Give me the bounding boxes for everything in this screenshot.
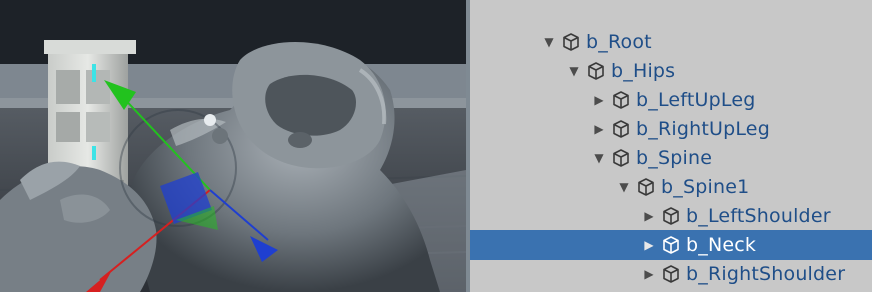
hierarchy-item-label: b_Root bbox=[586, 31, 652, 53]
hierarchy-item-label: b_RightShoulder bbox=[686, 263, 846, 285]
hierarchy-item-label: b_Neck bbox=[686, 234, 757, 256]
collapse-arrow-icon[interactable]: ▶ bbox=[642, 202, 656, 230]
gameobject-icon bbox=[660, 205, 682, 227]
collapse-arrow-icon[interactable]: ▶ bbox=[592, 115, 606, 143]
expand-arrow-icon[interactable]: ▼ bbox=[617, 173, 631, 201]
gameobject-icon bbox=[660, 234, 682, 256]
collapse-arrow-icon[interactable]: ▶ bbox=[642, 260, 656, 288]
hierarchy-row[interactable]: ▼ b_Root bbox=[470, 28, 872, 56]
expand-arrow-icon[interactable]: ▼ bbox=[542, 28, 556, 56]
hierarchy-row[interactable]: ▶ b_RightShoulder bbox=[470, 260, 872, 288]
hierarchy-row[interactable]: ▼ b_Hips bbox=[470, 57, 872, 85]
hierarchy-item-label: b_Spine1 bbox=[661, 176, 750, 198]
hierarchy-item-label: b_LeftUpLeg bbox=[636, 89, 756, 111]
scene-view[interactable] bbox=[0, 0, 466, 292]
expand-arrow-icon[interactable]: ▼ bbox=[567, 57, 581, 85]
scene-render bbox=[0, 0, 466, 292]
hierarchy-row[interactable]: ▶ b_Neck bbox=[470, 230, 872, 260]
gameobject-icon bbox=[660, 263, 682, 285]
hierarchy-row[interactable]: ▼ b_Spine1 bbox=[470, 173, 872, 201]
hierarchy-row[interactable]: ▶ b_RightUpLeg bbox=[470, 115, 872, 143]
gameobject-icon bbox=[560, 31, 582, 53]
collapse-arrow-icon[interactable]: ▶ bbox=[592, 86, 606, 114]
hierarchy-row[interactable]: ▶ b_LeftUpLeg bbox=[470, 86, 872, 114]
gameobject-icon bbox=[585, 60, 607, 82]
expand-arrow-icon[interactable]: ▼ bbox=[592, 144, 606, 172]
hierarchy-row[interactable]: ▶ b_LeftShoulder bbox=[470, 202, 872, 230]
unity-editor: ▼ b_Root ▼ b_Hips ▶ b_LeftUpLeg ▶ b_RightUpLeg ▼… bbox=[0, 0, 872, 292]
gameobject-icon bbox=[635, 176, 657, 198]
hierarchy-item-label: b_RightUpLeg bbox=[636, 118, 770, 140]
gameobject-icon bbox=[610, 89, 632, 111]
hierarchy-item-label: b_Hips bbox=[611, 60, 676, 82]
gameobject-icon bbox=[610, 118, 632, 140]
hierarchy-item-label: b_LeftShoulder bbox=[686, 205, 831, 227]
collapse-arrow-icon[interactable]: ▶ bbox=[642, 231, 656, 259]
hierarchy-row[interactable]: ▼ b_Spine bbox=[470, 144, 872, 172]
hierarchy-item-label: b_Spine bbox=[636, 147, 713, 169]
hierarchy-panel[interactable]: ▼ b_Root ▼ b_Hips ▶ b_LeftUpLeg ▶ b_RightUpLeg ▼… bbox=[470, 0, 872, 292]
gameobject-icon bbox=[610, 147, 632, 169]
